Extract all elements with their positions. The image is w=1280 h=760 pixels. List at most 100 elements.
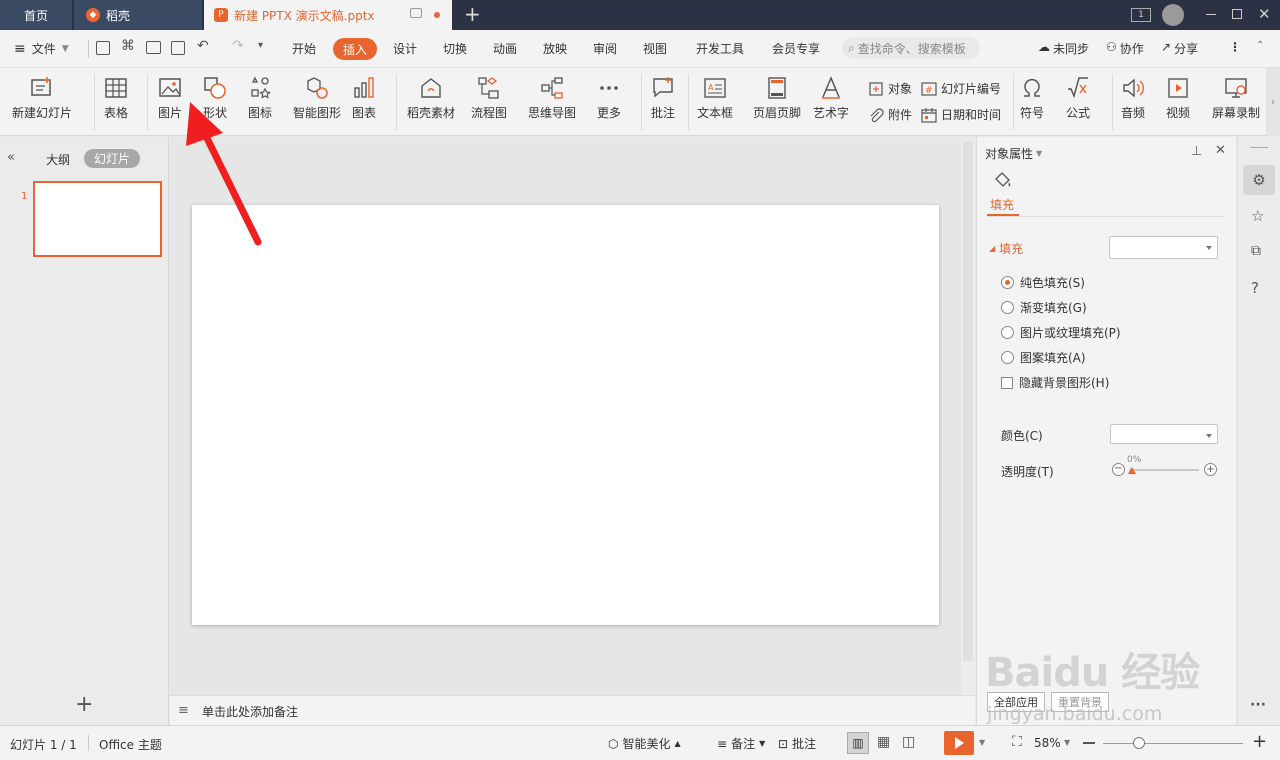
formula-button[interactable]: 公式 xyxy=(1066,76,1090,121)
chevron-down-icon[interactable]: ▼ xyxy=(979,738,985,747)
ribbon-scroll-right-icon[interactable]: › xyxy=(1266,68,1280,136)
menu-tab-animation[interactable]: 动画 xyxy=(493,40,517,57)
share-button[interactable]: ↗ 分享 xyxy=(1161,40,1198,57)
help-icon[interactable]: ? xyxy=(1251,279,1259,297)
minimize-icon[interactable] xyxy=(1206,14,1216,15)
avatar[interactable] xyxy=(1162,4,1184,26)
radio-picture-fill[interactable] xyxy=(1001,326,1014,339)
radio-pattern-fill[interactable] xyxy=(1001,351,1014,364)
radio-gradient-fill[interactable] xyxy=(1001,301,1014,314)
slide-thumbnail[interactable] xyxy=(33,181,162,257)
scrollbar-track[interactable] xyxy=(963,141,973,661)
menu-tab-start[interactable]: 开始 xyxy=(292,40,316,57)
transparency-slider[interactable] xyxy=(1129,469,1199,471)
collapse-ribbon-icon[interactable]: ⌃ xyxy=(1256,40,1264,51)
chevron-down-icon[interactable]: ▼ xyxy=(1064,738,1070,747)
option-pattern-fill[interactable]: 图案填充(A) xyxy=(1001,349,1086,366)
close-window-icon[interactable]: ✕ xyxy=(1258,5,1271,23)
comments-toggle-button[interactable]: ⊡ 批注 xyxy=(778,735,816,752)
daoke-material-button[interactable]: 稻壳素材 xyxy=(407,76,455,121)
mindmap-button[interactable]: 思维导图 xyxy=(528,76,576,121)
increase-transparency-icon[interactable]: + xyxy=(1204,463,1217,476)
slider-thumb[interactable] xyxy=(1128,467,1136,474)
notes-bar[interactable]: ≡ 单击此处添加备注 xyxy=(170,695,975,725)
file-menu[interactable]: ≡ 文件 ▼ xyxy=(14,40,69,57)
attachment-button[interactable]: 附件 xyxy=(868,106,912,123)
option-solid-fill[interactable]: 纯色填充(S) xyxy=(1001,274,1085,291)
menu-tab-review[interactable]: 审阅 xyxy=(593,40,617,57)
object-button[interactable]: 对象 xyxy=(868,80,912,97)
add-slide-plus-icon[interactable]: + xyxy=(75,694,93,716)
chart-button[interactable]: 图表 xyxy=(352,76,376,121)
reading-view-icon[interactable]: ◫ xyxy=(902,734,915,750)
tab-fill[interactable]: 填充 xyxy=(990,196,1014,213)
window-count-icon[interactable]: 1 xyxy=(1131,8,1151,22)
collapse-panel-icon[interactable]: « xyxy=(7,150,15,165)
color-dropdown[interactable] xyxy=(1110,424,1218,444)
fill-section-header[interactable]: ◢ 填充 xyxy=(989,240,1023,257)
more-menu-icon[interactable]: ⋮ xyxy=(1229,40,1241,54)
textbox-button[interactable]: A 文本框 xyxy=(697,76,733,121)
normal-view-icon[interactable]: ▥ xyxy=(847,732,869,754)
notes-toggle-button[interactable]: ≡ 备注 ▼ xyxy=(717,735,765,752)
display-icon[interactable] xyxy=(410,8,422,18)
zoom-in-icon[interactable]: + xyxy=(1252,731,1267,752)
video-button[interactable]: 视频 xyxy=(1166,76,1190,121)
zoom-slider-thumb[interactable] xyxy=(1133,737,1145,749)
table-button[interactable]: 表格 xyxy=(104,76,128,121)
menu-tab-slideshow[interactable]: 放映 xyxy=(543,40,567,57)
format-painter-icon[interactable]: ⌘ xyxy=(121,38,135,54)
symbol-button[interactable]: 符号 xyxy=(1020,76,1044,121)
more-button[interactable]: 更多 xyxy=(597,76,621,121)
zoom-slider[interactable] xyxy=(1103,743,1243,744)
header-footer-button[interactable]: 页眉页脚 xyxy=(753,76,801,121)
vertical-scrollbar[interactable] xyxy=(961,137,975,695)
animation-star-icon[interactable]: ☆ xyxy=(1251,207,1264,225)
new-slide-button[interactable]: 新建幻灯片 xyxy=(12,76,72,121)
decrease-transparency-icon[interactable]: − xyxy=(1112,463,1125,476)
menu-tab-insert[interactable]: 插入 xyxy=(333,38,377,60)
slide-sorter-icon[interactable]: ▦ xyxy=(877,734,890,750)
smart-graphic-button[interactable]: 智能图形 xyxy=(293,76,341,121)
pin-icon[interactable]: ⊥ xyxy=(1191,144,1202,159)
properties-settings-icon[interactable]: ⚙ xyxy=(1243,165,1275,195)
slide-canvas[interactable] xyxy=(192,205,939,625)
save-icon[interactable] xyxy=(96,41,110,55)
undo-icon[interactable]: ↶ xyxy=(197,38,209,54)
screen-record-button[interactable]: 屏幕录制 xyxy=(1212,76,1260,121)
menu-tab-design[interactable]: 设计 xyxy=(393,40,417,57)
fill-type-dropdown[interactable] xyxy=(1109,236,1218,259)
sync-button[interactable]: ☁ 未同步 xyxy=(1038,40,1089,57)
redo-icon[interactable]: ↷ xyxy=(232,38,244,54)
menu-tab-view[interactable]: 视图 xyxy=(643,40,667,57)
new-tab-plus-icon[interactable]: + xyxy=(464,4,481,24)
smart-beautify-button[interactable]: ⬡ 智能美化 ▲ xyxy=(608,735,681,752)
maximize-icon[interactable] xyxy=(1232,9,1242,19)
theme-name[interactable]: Office 主题 xyxy=(99,736,162,753)
close-panel-icon[interactable]: ✕ xyxy=(1215,143,1226,158)
art-text-button[interactable]: 艺术字 xyxy=(813,76,849,121)
checkbox-hide-background[interactable] xyxy=(1001,376,1013,389)
option-picture-fill[interactable]: 图片或纹理填充(P) xyxy=(1001,324,1121,341)
play-slideshow-button[interactable] xyxy=(944,731,974,755)
menu-tab-member[interactable]: 会员专享 xyxy=(772,40,820,57)
tab-document[interactable]: P 新建 PPTX 演示文稿.pptx xyxy=(204,0,452,30)
tab-daoke[interactable]: ◆ 稻壳 xyxy=(74,0,202,30)
collab-button[interactable]: ⚇ 协作 xyxy=(1106,40,1144,57)
drag-handle[interactable] xyxy=(1250,147,1268,148)
slide-switch-icon[interactable]: ⧉ xyxy=(1251,243,1261,259)
option-hide-background[interactable]: 隐藏背景图形(H) xyxy=(1001,374,1109,391)
more-options-icon[interactable]: ··· xyxy=(1250,697,1266,713)
panel-title[interactable]: 对象属性 ▼ xyxy=(985,145,1042,162)
tab-outline[interactable]: 大纲 xyxy=(46,151,70,168)
picture-button[interactable]: 图片 xyxy=(158,76,182,121)
command-search[interactable]: ⌕ 查找命令、搜索模板 xyxy=(842,37,980,59)
menu-tab-developer[interactable]: 开发工具 xyxy=(696,40,744,57)
audio-button[interactable]: 音频 xyxy=(1121,76,1145,121)
fit-window-icon[interactable]: ⛶ xyxy=(1012,734,1022,750)
zoom-level[interactable]: 58% xyxy=(1034,736,1061,750)
menu-tab-transition[interactable]: 切换 xyxy=(443,40,467,57)
quick-access-more-icon[interactable]: ▾ xyxy=(258,40,263,51)
tab-slides[interactable]: 幻灯片 xyxy=(84,149,140,168)
comment-button[interactable]: 批注 xyxy=(651,76,675,121)
